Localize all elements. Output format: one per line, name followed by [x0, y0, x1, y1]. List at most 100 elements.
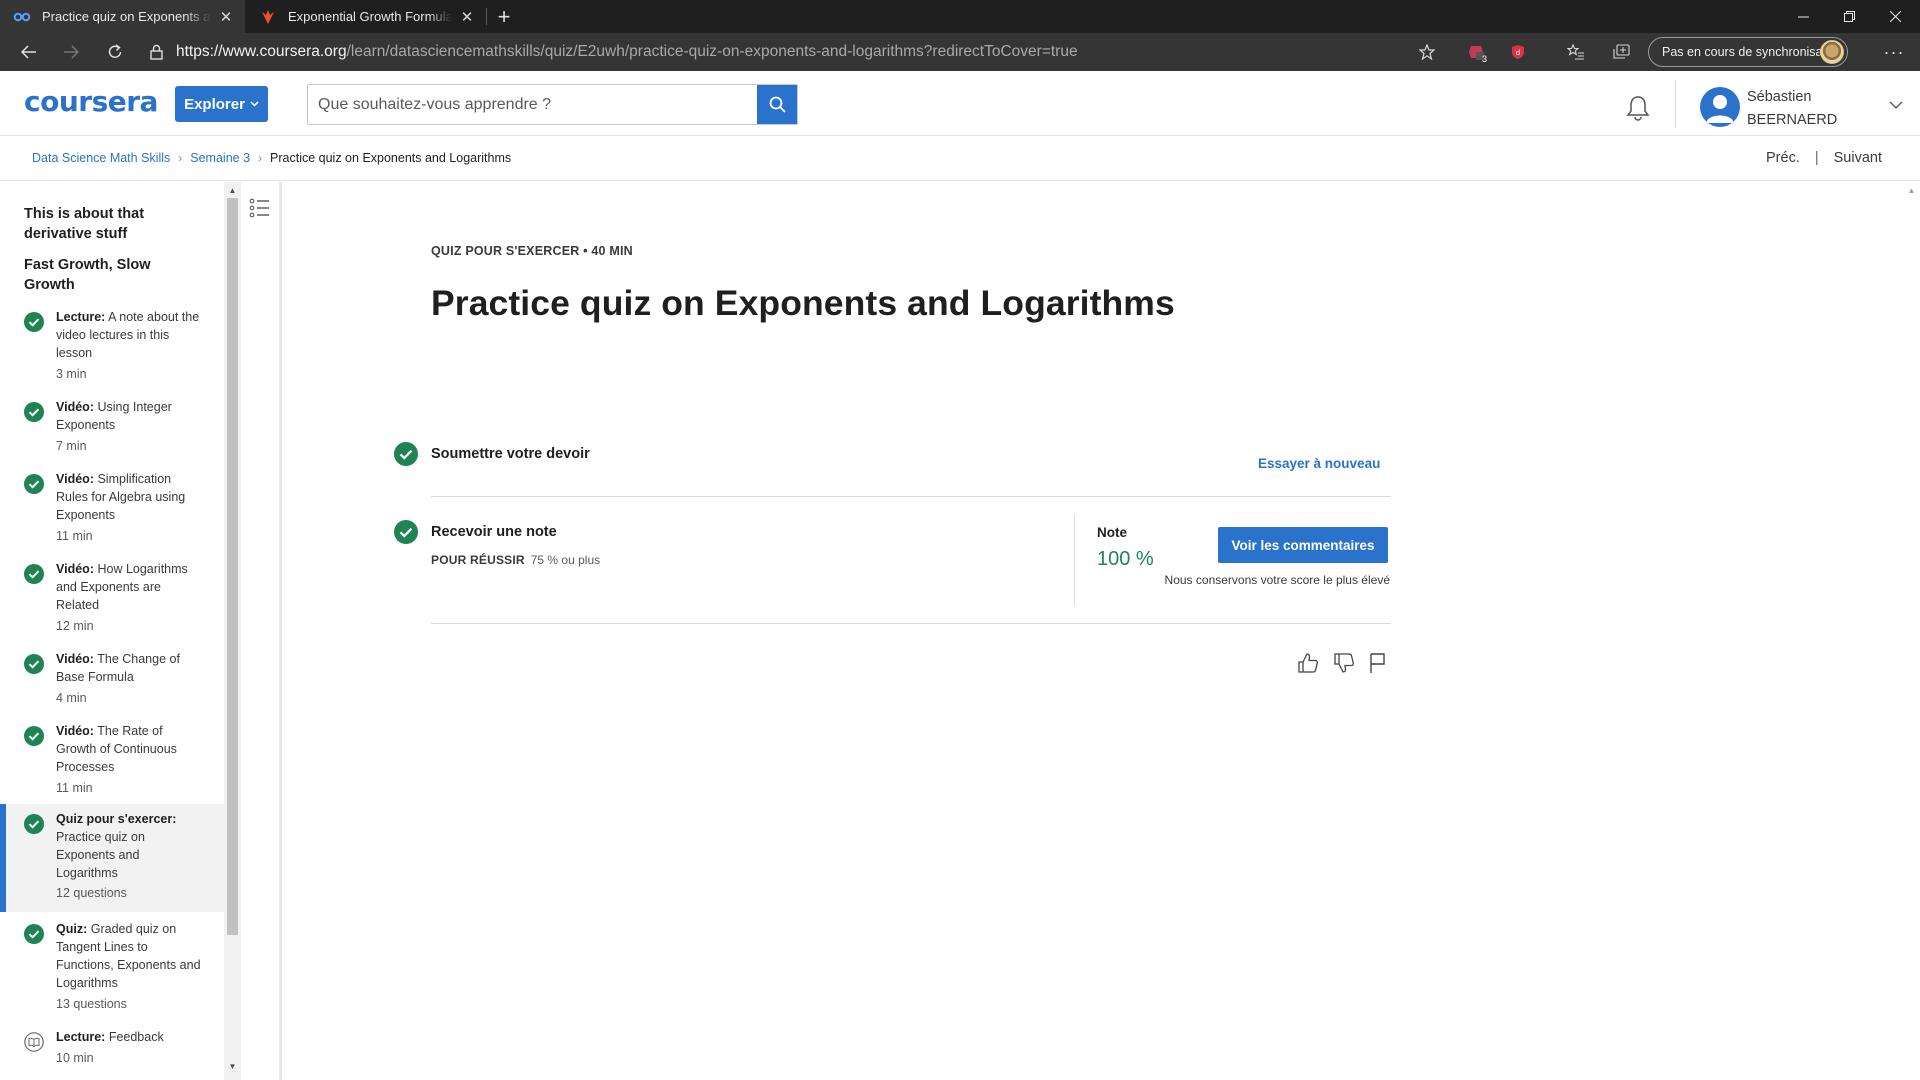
address-bar[interactable]: https://www.coursera.org/learn/datascien…	[146, 37, 1426, 67]
sidebar-item-meta: 11 min	[56, 781, 93, 795]
new-tab-icon[interactable]: +	[490, 3, 518, 31]
sidebar-item-meta: 10 min	[56, 1051, 94, 1065]
sidebar-item-meta: 11 min	[56, 529, 93, 543]
outline-toggle-column	[241, 182, 280, 1080]
search-button[interactable]	[757, 85, 797, 124]
step-completed-check-icon	[394, 442, 418, 466]
site-header: coursera Explorer Sébastien BEERNAERD	[0, 71, 1920, 136]
header-divider	[1675, 81, 1676, 127]
sidebar-item-video-simplification[interactable]: Vidéo: Simplification Rules for Algebra …	[0, 470, 224, 544]
step-completed-check-icon	[394, 520, 418, 544]
sidebar-item-video-integer-exponents[interactable]: Vidéo: Using Integer Exponents 7 min	[0, 398, 224, 456]
sidebar-item-meta: 4 min	[56, 691, 87, 705]
completed-check-icon	[24, 564, 44, 584]
extension-icon[interactable]: 3	[1462, 39, 1490, 65]
user-menu-chevron-icon[interactable]	[1888, 99, 1904, 111]
chevron-down-icon	[250, 101, 259, 107]
sidebar-heading[interactable]: This is about that derivative stuff	[24, 204, 204, 244]
close-tab-icon[interactable]: ✕	[458, 8, 476, 26]
sidebar-item-text: Vidéo: Using Integer Exponents	[56, 400, 172, 432]
sidebar-item-video-logarithms[interactable]: Vidéo: How Logarithms and Exponents are …	[0, 560, 224, 634]
close-window-icon[interactable]	[1872, 0, 1918, 33]
quiz-cover-main: QUIZ POUR S'EXERCER • 40 MIN Practice qu…	[282, 182, 1902, 1080]
favorites-list-icon[interactable]	[1562, 39, 1590, 65]
sidebar-item-video-change-of-base[interactable]: Vidéo: The Change of Base Formula 4 min	[0, 650, 224, 708]
sidebar-item-text: Vidéo: How Logarithms and Exponents are …	[56, 562, 188, 612]
flag-icon[interactable]	[1366, 651, 1390, 675]
forward-icon[interactable]	[56, 38, 86, 66]
explore-button[interactable]: Explorer	[175, 86, 268, 122]
sidebar-item-graded-quiz[interactable]: Quiz: Graded quiz on Tangent Lines to Fu…	[0, 920, 224, 1012]
chevron-right-icon: ›	[178, 151, 183, 165]
url-path: /learn/datasciencemathskills/quiz/E2uwh/…	[346, 43, 1078, 60]
course-sidebar: This is about that derivative stuff Fast…	[0, 182, 224, 1080]
breadcrumb: Data Science Math Skills › Semaine 3 › P…	[32, 151, 511, 165]
search-icon	[769, 96, 786, 113]
coursera-favicon-icon	[12, 9, 32, 25]
user-last-name: BEERNAERD	[1747, 112, 1838, 128]
user-first-name: Sébastien	[1747, 89, 1812, 105]
sidebar-item-video-rate-of-growth[interactable]: Vidéo: The Rate of Growth of Continuous …	[0, 722, 224, 796]
sidebar-scrollbar-thumb[interactable]	[227, 198, 238, 935]
retry-button[interactable]: Essayer à nouveau	[1258, 456, 1380, 471]
score-note: Nous conservons votre score le plus élev…	[1164, 573, 1390, 587]
next-link[interactable]: Suivant	[1834, 150, 1882, 166]
scroll-down-arrow-icon[interactable]: ▼	[224, 1058, 241, 1074]
sidebar-item-lecture-feedback[interactable]: Lecture: Feedback 10 min	[0, 1028, 224, 1068]
sidebar-heading[interactable]: Fast Growth, Slow Growth	[24, 255, 204, 295]
extension-badge: 3	[1481, 54, 1487, 64]
pass-value: 75 % ou plus	[530, 553, 601, 567]
completed-check-icon	[24, 924, 44, 944]
sidebar-item-text: Quiz pour s'exercer: Practice quiz on Exp…	[56, 812, 177, 880]
view-feedback-button[interactable]: Voir les commentaires	[1218, 527, 1388, 563]
shield-extension-icon[interactable]: d	[1504, 39, 1532, 65]
scroll-up-arrow-icon[interactable]: ▲	[1903, 182, 1920, 198]
section-divider	[431, 496, 1391, 497]
tab-coursera[interactable]: Practice quiz on Exponents and Logarithm…	[0, 0, 245, 33]
sidebar-item-meta: 13 questions	[56, 997, 127, 1011]
coursera-logo[interactable]: coursera	[24, 85, 158, 118]
user-icon	[1706, 95, 1734, 123]
lock-icon[interactable]	[146, 42, 166, 62]
more-options-icon[interactable]: ···	[1880, 39, 1908, 65]
user-name[interactable]: Sébastien BEERNAERD	[1747, 86, 1837, 132]
thumbs-up-icon[interactable]	[1296, 651, 1320, 675]
sync-status-button[interactable]: Pas en cours de synchronisation	[1648, 37, 1848, 67]
collections-icon[interactable]	[1607, 39, 1635, 65]
close-tab-icon[interactable]: ✕	[217, 8, 235, 26]
notifications-bell-icon[interactable]	[1623, 93, 1653, 123]
back-icon[interactable]	[14, 38, 44, 66]
breadcrumb-week[interactable]: Semaine 3	[190, 151, 250, 165]
thumbs-down-icon[interactable]	[1332, 651, 1356, 675]
favorite-star-icon[interactable]	[1413, 39, 1441, 65]
explore-label: Explorer	[184, 95, 245, 113]
tab-study[interactable]: Exponential Growth Formula | Study.com ✕	[246, 0, 486, 33]
minimize-icon[interactable]	[1780, 0, 1826, 33]
sidebar-item-lecture-note[interactable]: Lecture: A note about the video lectures…	[0, 308, 224, 382]
sidebar-item-practice-quiz[interactable]: Quiz pour s'exercer: Practice quiz on Exp…	[0, 804, 224, 912]
tab-title: Exponential Growth Formula | Study.com	[288, 9, 452, 24]
submit-assignment-label: Soumettre votre devoir	[431, 446, 590, 462]
outline-list-icon[interactable]	[249, 197, 271, 219]
chevron-right-icon: ›	[258, 151, 263, 165]
prev-link[interactable]: Préc.	[1766, 150, 1800, 166]
section-divider	[431, 623, 1391, 624]
sidebar-item-meta: 3 min	[56, 367, 87, 381]
user-avatar[interactable]	[1700, 87, 1740, 127]
prev-next-nav: Préc. | Suivant	[1766, 150, 1882, 166]
completed-check-icon	[24, 312, 44, 332]
sidebar-item-text: Lecture: A note about the video lectures…	[56, 310, 200, 360]
tab-separator	[486, 8, 487, 25]
main-scrollbar[interactable]: ▲	[1903, 182, 1920, 1080]
scroll-up-arrow-icon[interactable]: ▲	[224, 182, 241, 198]
url-host: https://www.coursera.org	[176, 43, 347, 60]
search-input[interactable]	[308, 85, 757, 124]
sidebar-item-meta: 12 min	[56, 619, 94, 633]
breadcrumb-course[interactable]: Data Science Math Skills	[32, 151, 170, 165]
sidebar-item-meta: 12 questions	[56, 886, 127, 900]
reload-icon[interactable]	[100, 38, 130, 66]
restore-icon[interactable]	[1826, 0, 1872, 33]
grade-divider	[1074, 514, 1075, 606]
completed-check-icon	[24, 814, 44, 834]
receive-grade-label: Recevoir une note	[431, 524, 557, 540]
